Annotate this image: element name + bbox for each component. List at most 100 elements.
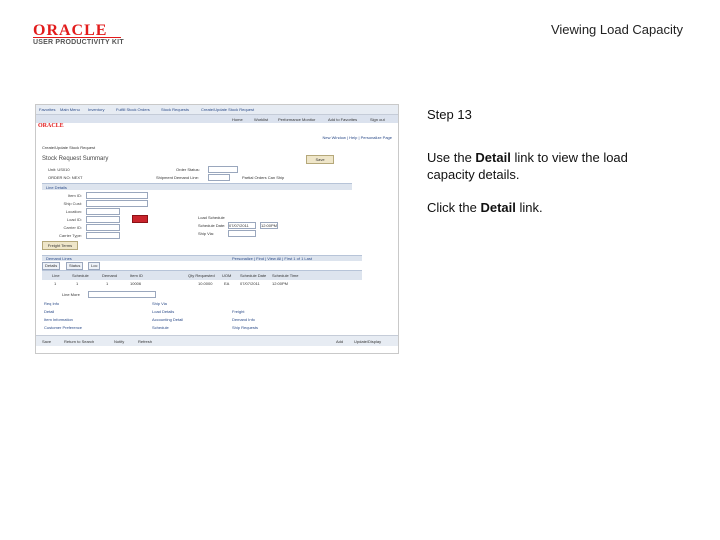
logo-subtitle: USER PRODUCTIVITY KIT (33, 39, 124, 46)
nav2-add-favorites[interactable]: Add to Favorites (328, 117, 357, 122)
col-demand: Demand (102, 273, 118, 278)
location-label: Location: (65, 209, 82, 214)
cell-uom: EA (224, 281, 230, 286)
col-line: Line (52, 273, 60, 278)
red-action-button[interactable] (132, 215, 148, 223)
refresh-button[interactable]: Refresh (138, 339, 152, 344)
grid-columns: Line Schedule Demand Item ID Qty Request… (42, 270, 362, 280)
instruction-text: Use the Detail link to view the load cap… (427, 149, 677, 183)
cell-schedule: 1 (76, 281, 79, 286)
link-detail[interactable]: Detail (44, 309, 54, 314)
link-accounting-detail[interactable]: Accounting Detail (152, 317, 183, 322)
grid-pager[interactable]: Personalize | Find | View All | First 1 … (232, 256, 312, 261)
order-no-label: ORDER NO: NEXT (48, 175, 83, 180)
cell-item-id[interactable]: 10006 (130, 281, 141, 286)
link-freight[interactable]: Freight (232, 309, 244, 314)
update-display-button[interactable]: Update/Display (354, 339, 381, 344)
mini-oracle-logo: ORACLE (38, 123, 64, 129)
instruction-action: Click the Detail link. (427, 200, 677, 215)
carrier-type-label: Carrier Type: (58, 233, 82, 238)
breadcrumb: Create/Update Stock Request (42, 145, 96, 150)
secondary-navigation: Home Worklist Performance Monitor Add to… (36, 115, 398, 123)
shipment-demand-label: Shipment Demand Line: (156, 175, 199, 180)
tab-loc[interactable]: Loc (88, 262, 101, 270)
schedule-date-field[interactable]: 07/07/2011 (228, 222, 256, 229)
carrier-id-field[interactable] (86, 224, 120, 231)
item-id-field[interactable] (86, 192, 148, 199)
ship-cust-label: Ship Cust: (63, 201, 82, 206)
page-toolbar-links[interactable]: New Window | Help | Personalize Page (323, 135, 392, 140)
action-prefix: Click the (427, 200, 481, 215)
action-suffix: link. (515, 200, 543, 215)
bottom-save-button[interactable]: Save (42, 339, 51, 344)
table-row: 1 1 1 10006 10.0000 EA 07/07/2011 12:00P… (42, 280, 362, 287)
link-schedule[interactable]: Schedule (152, 325, 169, 330)
oracle-upk-logo: ORACLE USER PRODUCTIVITY KIT (33, 22, 124, 50)
order-status-field[interactable] (208, 166, 238, 173)
item-id-label: Item ID: (67, 193, 82, 198)
location-field[interactable] (86, 208, 120, 215)
line-more-row: Line More (42, 291, 362, 298)
bottom-toolbar: Save Return to Search Notify Refresh Add… (36, 335, 398, 346)
link-demand-info[interactable]: Demand Info (232, 317, 255, 322)
nav2-performance[interactable]: Performance Monitor (278, 117, 315, 122)
ship-via-field[interactable] (228, 230, 256, 237)
detail-links: Req Info Detail Item Information Custome… (42, 301, 372, 331)
top-navigation: Favorites Main Menu Inventory Fulfill St… (36, 105, 398, 115)
shipment-demand-field[interactable] (208, 174, 230, 181)
cell-sched-date[interactable]: 07/07/2011 (240, 281, 260, 286)
tab-status[interactable]: Status (66, 262, 84, 270)
nav-stock-requests[interactable]: Stock Requests (161, 107, 189, 112)
schedule-date-label: Schedule Date: (198, 223, 226, 228)
load-id-field[interactable] (86, 216, 120, 223)
nav-fulfill-stock-orders[interactable]: Fulfill Stock Orders (116, 107, 150, 112)
demand-lines-grid-header: Demand Lines Personalize | Find | View A… (42, 255, 362, 261)
grid-title: Demand Lines (46, 256, 72, 261)
nav2-home[interactable]: Home (232, 117, 243, 122)
logo-underline (33, 37, 121, 38)
instruction-bold-detail: Detail (475, 150, 511, 165)
return-to-search-button[interactable]: Return to Search (64, 339, 94, 344)
nav2-sign-out[interactable]: Sign out (370, 117, 385, 122)
nav-create-update[interactable]: Create/Update Stock Request (201, 107, 254, 112)
nav-favorites[interactable]: Favorites (39, 107, 55, 112)
carrier-id-label: Carrier ID: (63, 225, 82, 230)
link-customer-preference[interactable]: Customer Preference (44, 325, 82, 330)
ship-cust-field[interactable] (86, 200, 148, 207)
cell-sched-time[interactable]: 12:00PM (272, 281, 288, 286)
step-number: Step 13 (427, 107, 472, 122)
line-more-select[interactable] (88, 291, 156, 298)
col-sched-date: Schedule Date (240, 273, 267, 278)
partial-orders-checkbox-label[interactable]: Partial Orders Can Ship (242, 175, 284, 180)
unit-label: Unit: US010 (48, 167, 70, 172)
schedule-time-field[interactable]: 12:00PM (260, 222, 278, 229)
carrier-type-field[interactable] (86, 232, 120, 239)
freight-terms-button[interactable]: Freight Terms (42, 241, 78, 250)
page-heading: Stock Request Summary (42, 156, 109, 162)
link-ship-via[interactable]: Ship Via (152, 301, 167, 306)
notify-button[interactable]: Notify (114, 339, 124, 344)
nav-main-menu[interactable]: Main Menu (60, 107, 80, 112)
ship-via-label: Ship Via: (198, 231, 214, 236)
link-ship-requests[interactable]: Ship Requests (232, 325, 258, 330)
link-req-info[interactable]: Req Info (44, 301, 59, 306)
line-details-section: Line Details (42, 183, 352, 190)
nav-inventory[interactable]: Inventory (88, 107, 104, 112)
link-item-information[interactable]: Item Information (44, 317, 73, 322)
cell-line: 1 (54, 281, 57, 286)
load-id-label: Load ID: (66, 217, 82, 222)
col-schedule: Schedule (72, 273, 89, 278)
tab-details[interactable]: Details (42, 262, 61, 270)
nav2-worklist[interactable]: Worklist (254, 117, 268, 122)
cell-demand: 1 (106, 281, 109, 286)
col-uom: UOM (222, 273, 232, 278)
link-load-details[interactable]: Load Details (152, 309, 174, 314)
application-screenshot: Favorites Main Menu Inventory Fulfill St… (35, 104, 399, 354)
col-sched-time: Schedule Time (272, 273, 299, 278)
line-details-title[interactable]: Line Details (46, 185, 67, 190)
page-title: Viewing Load Capacity (550, 22, 683, 37)
cell-qty: 10.0000 (198, 281, 213, 286)
col-qty: Qty Requested (188, 273, 215, 278)
add-button[interactable]: Add (336, 339, 343, 344)
save-button-top[interactable]: Save (306, 155, 334, 164)
